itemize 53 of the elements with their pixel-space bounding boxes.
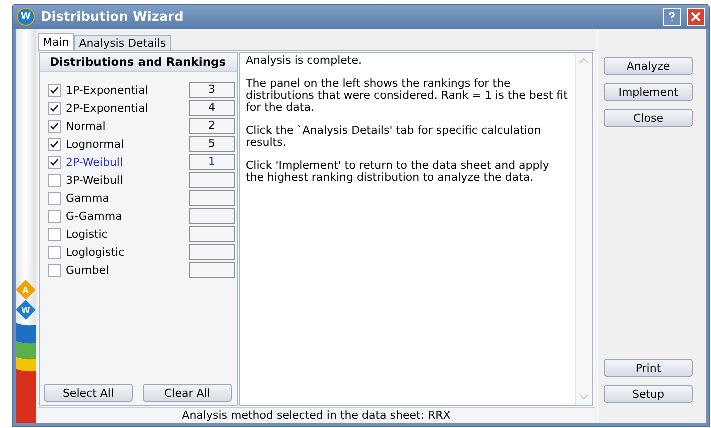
rank-field [189, 190, 235, 206]
help-icon[interactable] [663, 8, 681, 26]
app-logo-icon[interactable]: W [16, 300, 36, 320]
distribution-label: Loglogistic [66, 246, 126, 258]
panel-header: Distributions and Rankings [40, 53, 237, 72]
distribution-label: Logistic [66, 228, 109, 240]
checkbox[interactable] [48, 228, 61, 240]
rank-field [189, 226, 235, 242]
distribution-label: Normal [66, 120, 107, 132]
checkbox[interactable] [48, 84, 61, 96]
checkbox[interactable] [48, 120, 61, 132]
checkbox[interactable] [48, 210, 61, 222]
distribution-label: 2P-Exponential [66, 102, 150, 114]
rank-field [189, 244, 235, 260]
app-logo-icon: W [17, 8, 35, 26]
action-button[interactable]: Setup [604, 385, 693, 403]
tab[interactable]: Main [38, 33, 74, 50]
action-button[interactable]: Clear All [143, 384, 232, 402]
rank-field: 3 [189, 82, 235, 98]
status-text: Analysis method selected in the data sheet: RRX [38, 407, 595, 423]
checkbox[interactable] [48, 138, 61, 150]
distribution-label: 2P-Weibull [66, 156, 124, 168]
distribution-label: G-Gamma [66, 210, 124, 222]
action-button[interactable]: Select All [44, 384, 133, 402]
window-title: Distribution Wizard [41, 10, 185, 24]
tab[interactable]: Analysis Details [74, 35, 172, 50]
distribution-label: Gumbel [66, 264, 110, 276]
rank-field [189, 172, 235, 188]
checkbox[interactable] [48, 156, 61, 168]
checkbox[interactable] [48, 192, 61, 204]
rank-field: 2 [189, 118, 235, 134]
action-button[interactable]: Close [604, 109, 693, 127]
message-text: Click the `Analysis Details' tab for specific calculation results. [246, 125, 542, 149]
message-text: Click 'Implement' to return to the data sheet and apply the highest ranking distribution to analyze the data. [246, 160, 550, 184]
message-text: The panel on the left shows the rankings for the distributions that were considered. Rank = 1 is the best fit for the data. [246, 78, 569, 114]
distribution-label: 3P-Weibull [66, 174, 124, 186]
checkbox[interactable] [48, 174, 61, 186]
action-button[interactable]: Analyze [604, 57, 693, 75]
distribution-label: Gamma [66, 192, 110, 204]
message-text: Analysis is complete. [246, 55, 363, 67]
rank-field [189, 208, 235, 224]
action-button[interactable]: Implement [604, 83, 693, 101]
rank-field: 1 [189, 154, 235, 170]
checkbox[interactable] [48, 246, 61, 258]
rank-field: 4 [189, 100, 235, 116]
checkbox[interactable] [48, 102, 61, 114]
checkbox[interactable] [48, 264, 61, 276]
distribution-label: 1P-Exponential [66, 84, 150, 96]
distribution-label: Lognormal [66, 138, 126, 150]
rank-field: 5 [189, 136, 235, 152]
close-icon[interactable] [687, 8, 705, 26]
rank-field [189, 262, 235, 278]
action-button[interactable]: Print [604, 359, 693, 377]
